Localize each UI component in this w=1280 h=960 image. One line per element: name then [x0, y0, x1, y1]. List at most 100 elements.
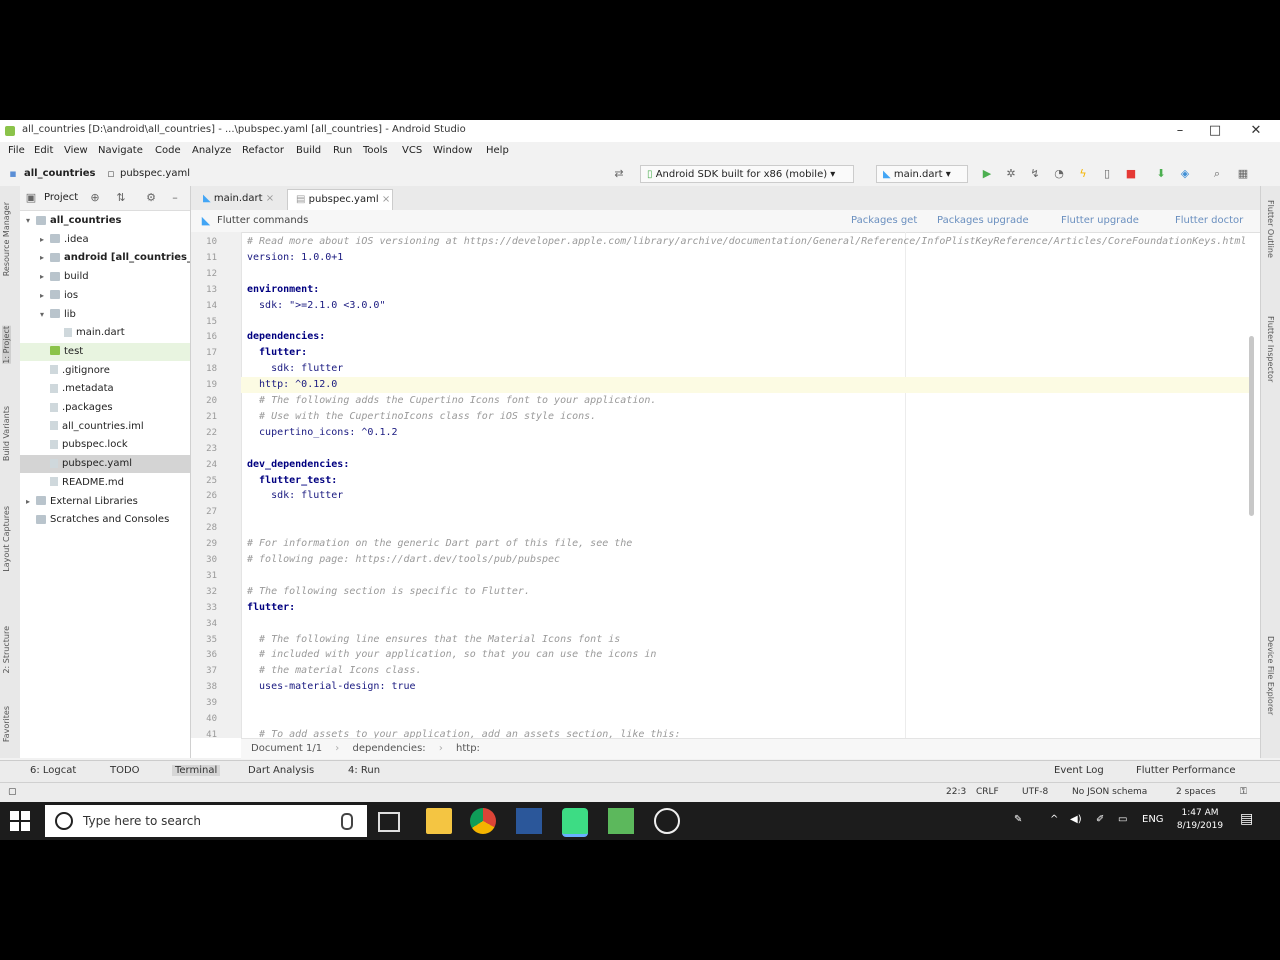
expand-arrow-icon[interactable]: ▸	[40, 268, 50, 286]
tree-item[interactable]: ▾ all_countries	[20, 212, 190, 230]
project-panel-title[interactable]: Project	[44, 192, 78, 203]
project-crumb[interactable]: all_countries	[24, 168, 96, 179]
menu-edit[interactable]: Edit	[34, 145, 53, 156]
microphone-icon[interactable]	[341, 813, 353, 830]
search-icon[interactable]: ⌕	[1210, 167, 1224, 181]
tab-main-dart[interactable]: ◣ main.dart ×	[195, 189, 283, 210]
menu-analyze[interactable]: Analyze	[192, 145, 231, 156]
tree-item[interactable]: main.dart	[20, 324, 190, 342]
menu-navigate[interactable]: Navigate	[98, 145, 143, 156]
tree-item[interactable]: pubspec.yaml	[20, 455, 190, 474]
breadcrumb-document[interactable]: Document 1/1	[251, 743, 322, 754]
device-selector[interactable]: ▯ Android SDK built for x86 (mobile) ▾	[640, 165, 854, 183]
tool-layout-captures[interactable]: Layout Captures	[2, 506, 11, 572]
status-caret-position[interactable]: 22:3	[946, 787, 966, 797]
close-button[interactable]: ✕	[1236, 122, 1276, 140]
language-indicator[interactable]: ENG	[1142, 814, 1164, 825]
tree-item[interactable]: .packages	[20, 399, 190, 417]
tree-item[interactable]: ▸ ios	[20, 287, 190, 305]
volume-icon[interactable]: ◀)	[1070, 814, 1082, 825]
flutter-doctor-link[interactable]: Flutter doctor	[1175, 215, 1243, 226]
breadcrumb-http[interactable]: http:	[456, 743, 480, 754]
packages-upgrade-link[interactable]: Packages upgrade	[937, 215, 1029, 226]
tool-resource-manager[interactable]: Resource Manager	[2, 202, 11, 276]
maximize-button[interactable]: □	[1195, 122, 1235, 140]
status-line-separator[interactable]: CRLF	[976, 787, 999, 797]
sync-icon[interactable]: ⇄	[612, 167, 626, 181]
status-indent[interactable]: 2 spaces	[1176, 787, 1216, 797]
tool-event-log[interactable]: Event Log	[1054, 765, 1104, 776]
file-explorer-icon[interactable]	[426, 808, 452, 834]
profile-icon[interactable]: ◔	[1052, 167, 1066, 181]
tray-overflow-icon[interactable]: ^	[1050, 814, 1058, 825]
tab-close-icon[interactable]: ×	[382, 194, 390, 205]
menu-window[interactable]: Window	[433, 145, 472, 156]
app-icon[interactable]	[608, 808, 634, 834]
task-view-icon[interactable]	[378, 812, 400, 832]
tree-item[interactable]: all_countries.iml	[20, 418, 190, 436]
debug-icon[interactable]: ✲	[1004, 167, 1018, 181]
minimize-button[interactable]: –	[1160, 122, 1200, 140]
avd-manager-icon[interactable]: ◈	[1178, 167, 1192, 181]
lock-icon[interactable]: ⚿	[1240, 787, 1247, 797]
run-config-selector[interactable]: ◣ main.dart ▾	[876, 165, 968, 183]
stop-icon[interactable]: ■	[1124, 167, 1138, 181]
tool-flutter-performance[interactable]: Flutter Performance	[1136, 765, 1236, 776]
tree-item[interactable]: Scratches and Consoles	[20, 511, 190, 529]
tool-todo[interactable]: TODO	[110, 765, 140, 776]
gear-icon[interactable]: ⚙	[144, 191, 158, 205]
taskbar-search-box[interactable]: Type here to search	[45, 805, 367, 837]
tree-item[interactable]: ▸ android [all_countries_android]	[20, 249, 190, 267]
code-editor[interactable]: # Read more about iOS versioning at http…	[241, 232, 1253, 738]
expand-arrow-icon[interactable]: ▸	[40, 249, 50, 267]
menu-tools[interactable]: Tools	[363, 145, 388, 156]
menu-refactor[interactable]: Refactor	[242, 145, 284, 156]
android-studio-taskbar-icon[interactable]	[562, 808, 588, 837]
tool-flutter-inspector[interactable]: Flutter Inspector	[1266, 316, 1275, 382]
status-json-schema[interactable]: No JSON schema	[1072, 787, 1147, 797]
tree-item[interactable]: ▸ .idea	[20, 231, 190, 249]
status-panel-icon[interactable]: ▢	[8, 787, 17, 797]
tool-favorites[interactable]: Favorites	[2, 706, 11, 742]
tree-item[interactable]: .gitignore	[20, 362, 190, 380]
taskbar-clock[interactable]: 1:47 AM 8/19/2019	[1170, 807, 1230, 833]
tool-structure[interactable]: 2: Structure	[2, 626, 11, 674]
editor-scrollbar[interactable]	[1249, 336, 1254, 516]
collapse-icon[interactable]: ⇅	[114, 191, 128, 205]
tool-run[interactable]: 4: Run	[348, 765, 380, 776]
menu-view[interactable]: View	[64, 145, 88, 156]
tree-item[interactable]: README.md	[20, 474, 190, 492]
expand-arrow-icon[interactable]: ▾	[40, 306, 50, 324]
tool-build-variants[interactable]: Build Variants	[2, 406, 11, 461]
chrome-icon[interactable]	[470, 808, 496, 834]
menu-code[interactable]: Code	[155, 145, 181, 156]
expand-arrow-icon[interactable]: ▸	[26, 493, 36, 511]
tool-project[interactable]: 1: Project	[2, 326, 11, 364]
run-icon[interactable]: ▶	[980, 167, 994, 181]
people-icon[interactable]: ✎	[1014, 814, 1022, 825]
tool-device-file-explorer[interactable]: Device File Explorer	[1266, 636, 1275, 715]
menu-build[interactable]: Build	[296, 145, 321, 156]
sdk-manager-icon[interactable]: ⬇	[1154, 167, 1168, 181]
hide-panel-icon[interactable]: –	[168, 191, 182, 205]
tab-pubspec-yaml[interactable]: ▤ pubspec.yaml ×	[287, 189, 393, 210]
flutter-upgrade-link[interactable]: Flutter upgrade	[1061, 215, 1139, 226]
menu-vcs[interactable]: VCS	[402, 145, 422, 156]
expand-arrow-icon[interactable]: ▸	[40, 231, 50, 249]
menu-help[interactable]: Help	[486, 145, 509, 156]
pen-icon[interactable]: ✐	[1096, 814, 1104, 825]
menu-file[interactable]: File	[8, 145, 25, 156]
status-encoding[interactable]: UTF-8	[1022, 787, 1048, 797]
tree-item[interactable]: ▸ External Libraries	[20, 493, 190, 511]
tree-item[interactable]: .metadata	[20, 380, 190, 398]
menu-run[interactable]: Run	[333, 145, 352, 156]
tool-dart-analysis[interactable]: Dart Analysis	[248, 765, 314, 776]
network-icon[interactable]: ▭	[1118, 814, 1127, 825]
windows-start-button[interactable]	[10, 811, 30, 831]
expand-arrow-icon[interactable]: ▾	[26, 212, 36, 230]
breadcrumb-dependencies[interactable]: dependencies:	[352, 743, 425, 754]
tree-item[interactable]: test	[20, 342, 190, 361]
hot-reload-icon[interactable]: ϟ	[1076, 167, 1090, 181]
tab-close-icon[interactable]: ×	[266, 193, 274, 204]
locate-icon[interactable]: ⊕	[88, 191, 102, 205]
